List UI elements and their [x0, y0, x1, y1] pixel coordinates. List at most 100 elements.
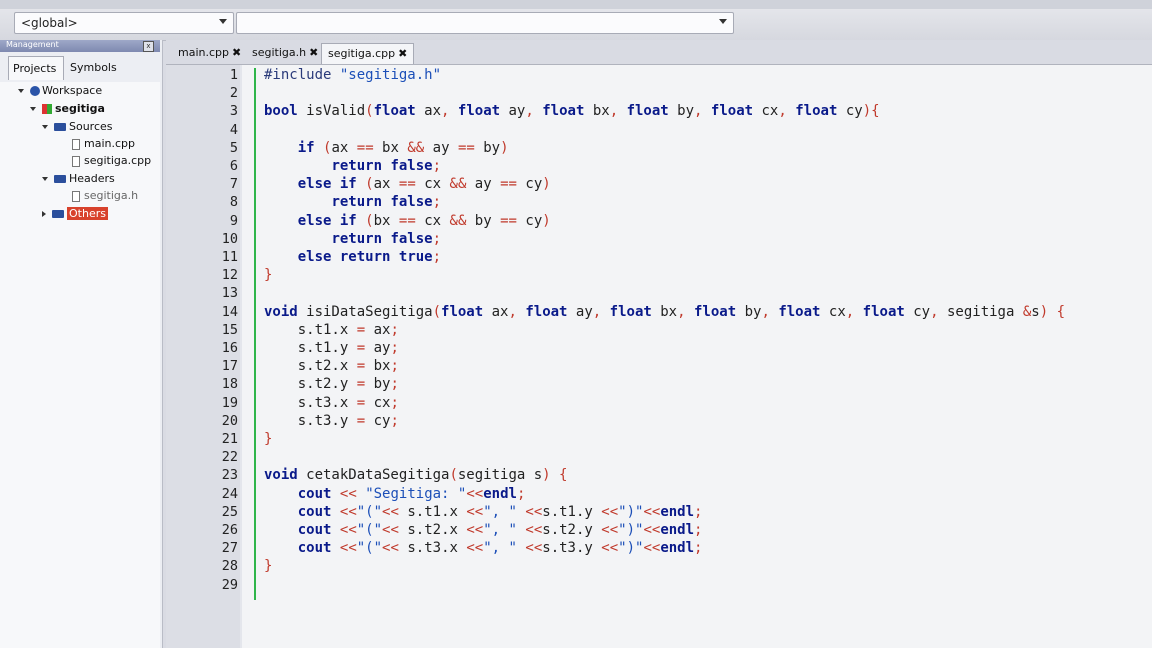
code-line[interactable]: s.t1.y = ay;: [264, 340, 399, 356]
tree-item-file[interactable]: segitiga.h: [72, 189, 138, 202]
line-number: 2: [229, 85, 238, 102]
code-line[interactable]: if (ax == bx && ay == by): [264, 140, 509, 156]
code-line[interactable]: void cetakDataSegitiga(segitiga s) {: [264, 467, 567, 483]
chevron-down-icon[interactable]: [30, 107, 36, 111]
tree-item-file[interactable]: segitiga.cpp: [72, 154, 151, 167]
code-line[interactable]: void isiDataSegitiga(float ax, float ay,…: [264, 304, 1065, 320]
line-number: 26: [221, 522, 238, 538]
tab-symbols[interactable]: Symbols: [66, 56, 126, 80]
tab-segitiga-cpp[interactable]: segitiga.cpp ✖: [321, 43, 415, 64]
chevron-down-icon[interactable]: [219, 19, 227, 24]
chevron-right-icon[interactable]: [42, 211, 46, 217]
code-line[interactable]: s.t3.y = cy;: [264, 413, 399, 429]
code-line[interactable]: return false;: [264, 158, 441, 174]
code-line[interactable]: s.t2.y = by;: [264, 376, 399, 392]
change-marker-bar: [254, 68, 256, 600]
management-panel: Management x Projects Symbols Workspace …: [0, 40, 163, 648]
close-icon[interactable]: ✖: [309, 46, 318, 59]
scope-combo[interactable]: <global>: [14, 12, 234, 34]
code-line[interactable]: else return true;: [264, 249, 441, 265]
line-number: 9: [229, 212, 238, 229]
tab-label: segitiga.cpp: [328, 47, 396, 60]
line-number: 17: [221, 358, 238, 375]
line-number: 21: [221, 431, 238, 447]
line-number: 18: [221, 376, 238, 393]
line-number: 12: [221, 267, 238, 284]
line-number: 14: [221, 303, 238, 320]
line-number: 10: [221, 230, 238, 247]
chevron-down-icon[interactable]: [719, 19, 727, 24]
line-number: 22: [221, 449, 238, 466]
line-number: 15: [221, 321, 238, 338]
tree-item-file[interactable]: main.cpp: [72, 137, 135, 150]
management-title: Management: [6, 40, 59, 49]
code-line[interactable]: else if (bx == cx && by == cy): [264, 213, 551, 229]
chevron-down-icon[interactable]: [42, 177, 48, 181]
line-number: 19: [221, 394, 238, 411]
project-icon: [42, 104, 52, 114]
code-line[interactable]: return false;: [264, 194, 441, 210]
line-number: 8: [229, 194, 238, 211]
line-number: 16: [221, 340, 238, 356]
scope-combo-value: <global>: [21, 16, 78, 30]
tab-label: segitiga.h: [252, 46, 307, 59]
code-line[interactable]: }: [264, 431, 272, 447]
tab-label: main.cpp: [178, 46, 229, 59]
code-line[interactable]: cout <<"("<< s.t3.x <<", " <<s.t3.y <<")…: [264, 540, 703, 556]
line-number: 23: [221, 467, 238, 484]
line-number: 3: [229, 103, 238, 120]
management-title-bar: Management x: [0, 40, 160, 52]
tree-item-label: Workspace: [42, 84, 103, 97]
tree-item-others[interactable]: Others: [42, 207, 108, 220]
code-line[interactable]: s.t2.x = bx;: [264, 358, 399, 374]
code-line[interactable]: #include "segitiga.h": [264, 67, 441, 83]
file-icon: [72, 190, 80, 202]
chevron-down-icon[interactable]: [42, 125, 48, 129]
folder-icon: [54, 123, 66, 131]
code-line[interactable]: bool isValid(float ax, float ay, float b…: [264, 103, 880, 119]
code-line[interactable]: }: [264, 267, 272, 283]
toolbar: <global>: [0, 0, 1152, 41]
chevron-down-icon[interactable]: [18, 89, 24, 93]
line-number: 28: [221, 558, 238, 575]
code-text-area[interactable]: #include "segitiga.h" bool isValid(float …: [242, 65, 1152, 648]
folder-icon: [54, 175, 66, 183]
code-line[interactable]: }: [264, 558, 272, 574]
line-number: 11: [221, 249, 238, 265]
line-number: 29: [221, 576, 238, 593]
tab-segitiga-h[interactable]: segitiga.h ✖: [246, 43, 324, 64]
editor-tabs: main.cpp ✖ segitiga.h ✖ segitiga.cpp ✖: [166, 40, 1152, 65]
tree-item-label: segitiga.cpp: [84, 154, 152, 167]
file-icon: [72, 155, 80, 167]
code-line[interactable]: cout <<"("<< s.t2.x <<", " <<s.t2.y <<")…: [264, 522, 703, 538]
close-icon[interactable]: ✖: [398, 47, 407, 60]
line-number: 1: [229, 67, 238, 83]
tree-item-label: Sources: [69, 120, 113, 133]
toolbar-top-strip: [0, 0, 1152, 9]
tab-main-cpp[interactable]: main.cpp ✖: [172, 43, 247, 64]
line-number: 24: [221, 485, 238, 502]
tree-item-headers[interactable]: Headers: [42, 172, 115, 185]
tree-item-workspace[interactable]: Workspace: [18, 84, 102, 97]
line-number-gutter: 1 2 3 4 5 6 7 8 9 10 11 12 13 14 15 16 17 18 19 20 21 22 23 24 2…: [166, 65, 240, 648]
line-number: 4: [229, 121, 238, 138]
code-line[interactable]: s.t3.x = cx;: [264, 395, 399, 411]
file-icon: [72, 138, 80, 150]
line-number: 7: [229, 176, 238, 193]
tree-item-label: Others: [67, 207, 108, 220]
code-line[interactable]: s.t1.x = ax;: [264, 322, 399, 338]
close-icon[interactable]: ✖: [232, 46, 241, 59]
code-line[interactable]: else if (ax == cx && ay == cy): [264, 176, 551, 192]
tab-projects[interactable]: Projects: [8, 56, 64, 80]
tree-item-label: Headers: [69, 172, 115, 185]
code-line[interactable]: cout <<"("<< s.t1.x <<", " <<s.t1.y <<")…: [264, 504, 703, 520]
workspace-icon: [30, 86, 40, 96]
folder-icon: [52, 210, 64, 218]
tree-item-project[interactable]: segitiga: [30, 102, 105, 115]
symbol-combo[interactable]: [236, 12, 734, 34]
close-icon[interactable]: x: [143, 41, 154, 52]
code-line[interactable]: return false;: [264, 231, 441, 247]
tree-item-sources[interactable]: Sources: [42, 120, 113, 133]
code-line[interactable]: cout << "Segitiga: "<<endl;: [264, 486, 526, 502]
line-number: 6: [229, 158, 238, 174]
